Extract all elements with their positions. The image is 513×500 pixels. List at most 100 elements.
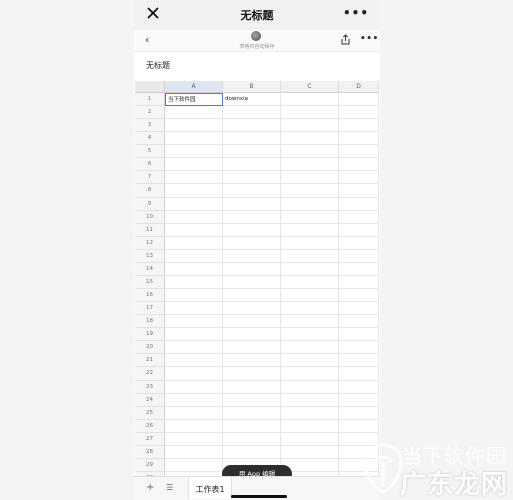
- cell-b6[interactable]: [223, 158, 281, 172]
- cell-c6[interactable]: [281, 158, 339, 172]
- cell-b9[interactable]: [223, 197, 281, 211]
- cell-d6[interactable]: [339, 158, 379, 172]
- cell-d22[interactable]: [339, 367, 379, 381]
- cell-b12[interactable]: [223, 236, 281, 250]
- cell-a28[interactable]: [165, 445, 223, 459]
- cell-a21[interactable]: [165, 354, 223, 368]
- row-header-21[interactable]: 21: [135, 354, 165, 368]
- row-header-17[interactable]: 17: [135, 302, 165, 316]
- cell-b15[interactable]: [223, 275, 281, 290]
- cell-d2[interactable]: [339, 106, 379, 120]
- cell-c25[interactable]: [281, 406, 339, 420]
- toolbar-more-icon[interactable]: •••: [360, 34, 379, 44]
- row-header-16[interactable]: 16: [135, 289, 165, 303]
- cell-a5[interactable]: [165, 145, 223, 159]
- row-header-9[interactable]: 9: [135, 197, 165, 211]
- row-header-11[interactable]: 11: [135, 223, 165, 237]
- cell-c20[interactable]: [281, 341, 339, 355]
- row-header-1[interactable]: 1: [135, 93, 165, 107]
- cell-d14[interactable]: [339, 262, 379, 276]
- cell-b20[interactable]: [223, 341, 281, 355]
- cell-c23[interactable]: [281, 380, 339, 394]
- cell-b1[interactable]: downxia: [223, 93, 281, 107]
- cell-a17[interactable]: [165, 302, 223, 316]
- cell-c15[interactable]: [281, 275, 339, 290]
- cell-c14[interactable]: [281, 262, 339, 276]
- cell-a25[interactable]: [165, 406, 223, 420]
- cell-a15[interactable]: [165, 275, 223, 290]
- select-all-corner[interactable]: [135, 81, 165, 93]
- cell-a24[interactable]: [165, 393, 223, 407]
- cell-b25[interactable]: [223, 406, 281, 420]
- row-header-28[interactable]: 28: [135, 445, 165, 459]
- cell-c27[interactable]: [281, 432, 339, 446]
- column-header-a[interactable]: A: [165, 81, 223, 93]
- cell-a2[interactable]: [165, 106, 223, 120]
- cell-c3[interactable]: [281, 119, 339, 133]
- cell-d9[interactable]: [339, 197, 379, 211]
- row-header-24[interactable]: 24: [135, 393, 165, 407]
- cell-a27[interactable]: [165, 432, 223, 446]
- cell-a19[interactable]: [165, 328, 223, 342]
- cell-c7[interactable]: [281, 171, 339, 185]
- cell-c18[interactable]: [281, 315, 339, 329]
- cell-b26[interactable]: [223, 419, 281, 433]
- cell-b4[interactable]: [223, 132, 281, 146]
- row-header-15[interactable]: 15: [135, 275, 165, 290]
- row-header-6[interactable]: 6: [135, 158, 165, 172]
- avatar[interactable]: [251, 31, 261, 41]
- cell-b18[interactable]: [223, 315, 281, 329]
- cell-c2[interactable]: [281, 106, 339, 120]
- cell-d5[interactable]: [339, 145, 379, 159]
- cell-b3[interactable]: [223, 119, 281, 133]
- cell-a22[interactable]: [165, 367, 223, 381]
- cell-d12[interactable]: [339, 236, 379, 250]
- cell-a13[interactable]: [165, 249, 223, 263]
- cell-d25[interactable]: [339, 406, 379, 420]
- share-icon[interactable]: [340, 34, 351, 45]
- spreadsheet-grid[interactable]: A B C D 1 当下软件园 downxia 2 3 4 5 6 7 8 9 10 11 12 13 14 15 16 1…: [135, 81, 380, 476]
- cell-c9[interactable]: [281, 197, 339, 211]
- row-header-25[interactable]: 25: [135, 406, 165, 420]
- cell-c19[interactable]: [281, 328, 339, 342]
- cell-a9[interactable]: [165, 197, 223, 211]
- cell-b21[interactable]: [223, 354, 281, 368]
- cell-d15[interactable]: [339, 275, 379, 290]
- column-header-b[interactable]: B: [223, 81, 281, 93]
- cell-c22[interactable]: [281, 367, 339, 381]
- cell-d13[interactable]: [339, 249, 379, 263]
- cell-d17[interactable]: [339, 302, 379, 316]
- cell-c17[interactable]: [281, 302, 339, 316]
- cell-c21[interactable]: [281, 354, 339, 368]
- cell-c4[interactable]: [281, 132, 339, 146]
- cell-d3[interactable]: [339, 119, 379, 133]
- row-header-5[interactable]: 5: [135, 145, 165, 159]
- cell-d8[interactable]: [339, 184, 379, 198]
- cell-b28[interactable]: [223, 445, 281, 459]
- cell-b23[interactable]: [223, 380, 281, 394]
- cell-b11[interactable]: [223, 223, 281, 237]
- cell-a23[interactable]: [165, 380, 223, 394]
- cell-c5[interactable]: [281, 145, 339, 159]
- cell-d19[interactable]: [339, 328, 379, 342]
- cell-d20[interactable]: [339, 341, 379, 355]
- row-header-26[interactable]: 26: [135, 419, 165, 433]
- row-header-2[interactable]: 2: [135, 106, 165, 120]
- cell-a1[interactable]: 当下软件园: [165, 93, 223, 107]
- cell-a12[interactable]: [165, 236, 223, 250]
- cell-d4[interactable]: [339, 132, 379, 146]
- cell-c8[interactable]: [281, 184, 339, 198]
- cell-b27[interactable]: [223, 432, 281, 446]
- cell-a10[interactable]: [165, 210, 223, 224]
- cell-d10[interactable]: [339, 210, 379, 224]
- cell-d16[interactable]: [339, 289, 379, 303]
- cell-b22[interactable]: [223, 367, 281, 381]
- cell-d21[interactable]: [339, 354, 379, 368]
- cell-b5[interactable]: [223, 145, 281, 159]
- row-header-27[interactable]: 27: [135, 432, 165, 446]
- cell-a14[interactable]: [165, 262, 223, 276]
- cell-a29[interactable]: [165, 458, 223, 473]
- row-header-19[interactable]: 19: [135, 328, 165, 342]
- row-header-12[interactable]: 12: [135, 236, 165, 250]
- row-header-7[interactable]: 7: [135, 171, 165, 185]
